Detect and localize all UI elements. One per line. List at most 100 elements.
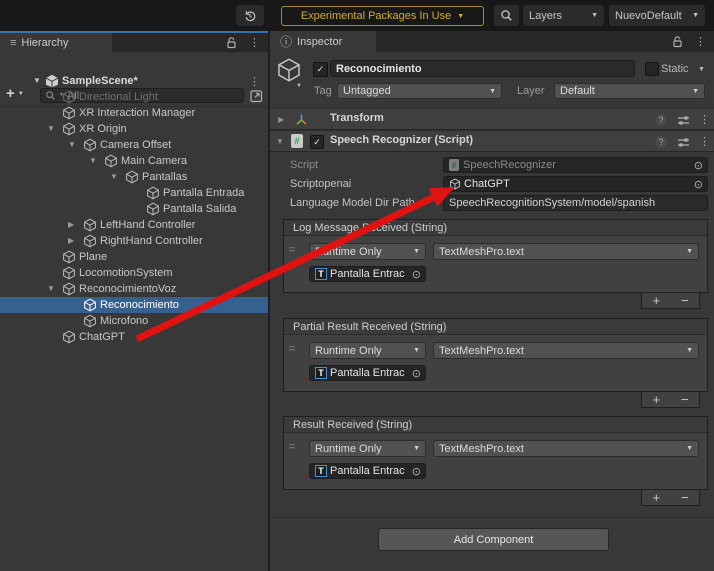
transform-component-header[interactable]: ▶ Transform ? ⋮ (270, 108, 714, 130)
drag-handle-icon[interactable]: = (289, 244, 295, 256)
hierarchy-item-locomotionsystem[interactable]: LocomotionSystem (0, 265, 268, 281)
chevron-right-icon[interactable]: ▶ (68, 233, 74, 249)
event-mode-dropdown[interactable]: Runtime Only ▼ (309, 342, 426, 359)
script-icon: # (291, 134, 303, 148)
chevron-down-icon[interactable]: ▼ (89, 153, 97, 169)
remove-event-button[interactable]: − (671, 293, 700, 308)
hierarchy-item-microfono[interactable]: Microfono (0, 313, 268, 329)
add-event-button[interactable]: + (642, 392, 671, 407)
event-target-object-field[interactable]: T Pantalla Entrac ⊙ (309, 266, 426, 282)
hierarchy-item-label: XR Origin (79, 121, 127, 137)
speech-recognizer-header[interactable]: ▼ # ✓ Speech Recognizer (Script) ? ⋮ (270, 130, 714, 152)
hierarchy-item-label: Pantalla Entrada (163, 185, 244, 201)
drag-handle-icon[interactable]: = (289, 441, 295, 453)
event-title: Result Received (String) (284, 417, 707, 433)
hierarchy-item-label: SampleScene* (62, 73, 138, 89)
active-checkbox[interactable]: ✓ (313, 62, 328, 77)
event-callback-dropdown[interactable]: TextMeshPro.text ▼ (433, 243, 699, 260)
component-menu-icon[interactable]: ⋮ (699, 113, 710, 126)
event-mode-value: Runtime Only (315, 345, 382, 357)
chevron-down-icon[interactable]: ▼ (276, 137, 284, 146)
hierarchy-item-pantallas[interactable]: ▼ Pantallas (0, 169, 268, 185)
component-enabled-checkbox[interactable]: ✓ (310, 135, 324, 149)
presets-icon[interactable] (677, 114, 690, 127)
hierarchy-item-directional-light[interactable]: Directional Light (0, 89, 268, 105)
event-mode-value: Runtime Only (315, 246, 382, 258)
object-picker-icon[interactable]: ⊙ (694, 159, 703, 172)
event-target-object-field[interactable]: T Pantalla Entrac ⊙ (309, 365, 426, 381)
tab-inspector[interactable]: ⓘ Inspector (270, 31, 376, 52)
hierarchy-item-pantalla-entrada[interactable]: Pantalla Entrada (0, 185, 268, 201)
hierarchy-item-xr-interaction-manager[interactable]: XR Interaction Manager (0, 105, 268, 121)
event-target-object-field[interactable]: T Pantalla Entrac ⊙ (309, 463, 426, 479)
presets-icon[interactable] (677, 136, 690, 149)
hierarchy-item-label: Pantallas (142, 169, 187, 185)
language-model-dir-path-field[interactable]: SpeechRecognitionSystem/model/spanish (443, 195, 708, 211)
hierarchy-item-camera-offset[interactable]: ▼ Camera Offset (0, 137, 268, 153)
chevron-down-icon: ▼ (686, 445, 693, 452)
gameobject-big-icon[interactable] (276, 57, 302, 83)
script-field-label: Script (290, 157, 318, 173)
static-checkbox[interactable] (645, 62, 659, 76)
hierarchy-item-reconocimientovoz[interactable]: ▼ ReconocimientoVoz (0, 281, 268, 297)
event-callback-dropdown[interactable]: TextMeshPro.text ▼ (433, 440, 699, 457)
chevron-down-icon[interactable]: ▼ (296, 83, 302, 89)
hierarchy-item-label: Main Camera (121, 153, 187, 169)
panel-menu-icon[interactable]: ⋮ (695, 35, 706, 48)
chevron-down-icon[interactable]: ▼ (33, 73, 41, 89)
chevron-right-icon[interactable]: ▶ (68, 217, 74, 233)
static-dropdown-icon[interactable]: ▼ (698, 66, 705, 73)
layers-dropdown[interactable]: Layers ▼ (523, 5, 604, 26)
chevron-down-icon: ▼ (591, 12, 598, 19)
search-button[interactable] (494, 5, 519, 26)
add-component-button[interactable]: Add Component (378, 528, 609, 551)
object-picker-icon[interactable]: ⊙ (412, 465, 421, 478)
help-icon[interactable]: ? (655, 136, 667, 148)
hierarchy-item-righthand-controller[interactable]: ▶ RightHand Controller (0, 233, 268, 249)
add-event-button[interactable]: + (642, 490, 671, 505)
object-picker-icon[interactable]: ⊙ (412, 367, 421, 380)
textmeshpro-icon: T (315, 465, 327, 477)
lock-icon[interactable] (672, 36, 683, 48)
hierarchy-item-main-camera[interactable]: ▼ Main Camera (0, 153, 268, 169)
hierarchy-item-label: LeftHand Controller (100, 217, 195, 233)
main-toolbar: Experimental Packages In Use ▼ Layers ▼ … (0, 0, 714, 31)
tag-dropdown[interactable]: Untagged ▼ (337, 83, 502, 99)
event-mode-dropdown[interactable]: Runtime Only ▼ (309, 243, 426, 260)
hierarchy-item-reconocimiento-selected[interactable]: Reconocimiento (0, 297, 268, 313)
lock-icon[interactable] (226, 37, 237, 49)
gameobject-name-field[interactable]: Reconocimiento (330, 60, 635, 77)
hierarchy-item-xr-origin[interactable]: ▼ XR Origin (0, 121, 268, 137)
chevron-down-icon[interactable]: ▼ (47, 121, 55, 137)
layout-dropdown[interactable]: NuevoDefault ▼ (609, 5, 705, 26)
add-event-button[interactable]: + (642, 293, 671, 308)
script-object-field[interactable]: # SpeechRecognizer ⊙ (443, 157, 708, 173)
hierarchy-item-scene[interactable]: ▼ SampleScene* ⋮ (0, 73, 268, 89)
layer-dropdown[interactable]: Default ▼ (554, 83, 705, 99)
chevron-down-icon[interactable]: ▼ (47, 281, 55, 297)
help-icon[interactable]: ? (655, 114, 667, 126)
scene-menu-icon[interactable]: ⋮ (249, 74, 260, 90)
panel-menu-icon[interactable]: ⋮ (249, 36, 260, 49)
hierarchy-item-pantalla-salida[interactable]: Pantalla Salida (0, 201, 268, 217)
hierarchy-item-plane[interactable]: Plane (0, 249, 268, 265)
drag-handle-icon[interactable]: = (289, 343, 295, 355)
chevron-right-icon[interactable]: ▶ (278, 115, 284, 124)
gameobject-icon (104, 154, 118, 168)
experimental-packages-button[interactable]: Experimental Packages In Use ▼ (281, 6, 484, 26)
object-picker-icon[interactable]: ⊙ (694, 178, 703, 191)
object-picker-icon[interactable]: ⊙ (412, 268, 421, 281)
chevron-down-icon[interactable]: ▼ (110, 169, 118, 185)
remove-event-button[interactable]: − (671, 392, 700, 407)
event-callback-dropdown[interactable]: TextMeshPro.text ▼ (433, 342, 699, 359)
event-mode-dropdown[interactable]: Runtime Only ▼ (309, 440, 426, 457)
undo-history-button[interactable] (236, 5, 264, 26)
tab-hierarchy[interactable]: ≡ Hierarchy (0, 33, 112, 52)
component-menu-icon[interactable]: ⋮ (699, 135, 710, 148)
chevron-down-icon[interactable]: ▼ (68, 137, 76, 153)
hierarchy-item-lefthand-controller[interactable]: ▶ LeftHand Controller (0, 217, 268, 233)
scriptopenai-object-field[interactable]: ChatGPT ⊙ (443, 176, 708, 192)
event-list-buttons: + − (641, 292, 700, 309)
hierarchy-item-chatgpt[interactable]: ChatGPT (0, 329, 268, 345)
remove-event-button[interactable]: − (671, 490, 700, 505)
